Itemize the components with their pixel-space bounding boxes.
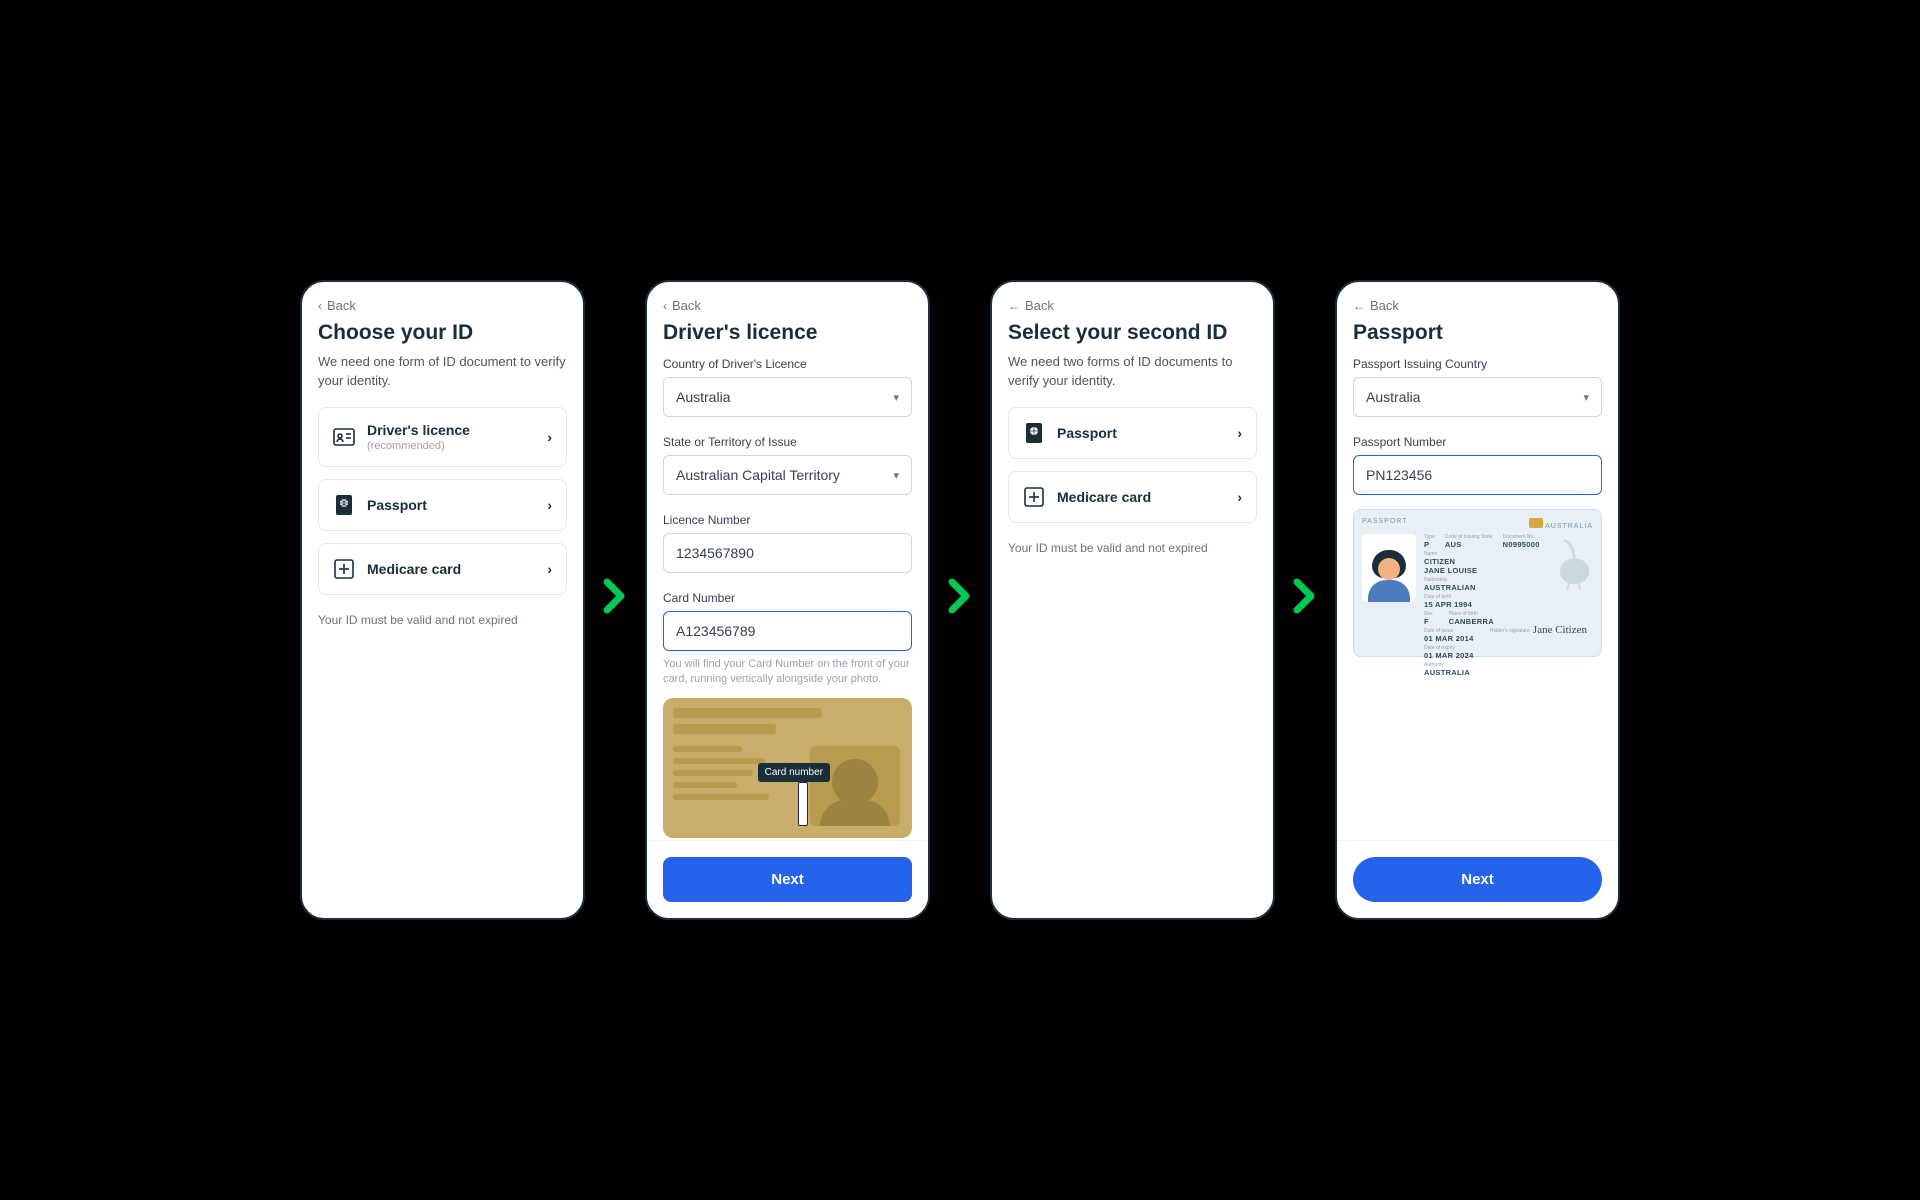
licence-illustration: Card number [663, 698, 912, 838]
option-drivers-licence[interactable]: Driver's licence (recommended) › [318, 407, 567, 467]
chevron-right-icon: › [547, 497, 552, 513]
passport-number-input[interactable]: PN123456 [1353, 455, 1602, 495]
arrow-left-icon: ← [1008, 299, 1020, 313]
chevron-left-icon: ‹ [318, 299, 322, 313]
flow-arrow-icon [1293, 578, 1317, 623]
chevron-down-icon: ▾ [893, 469, 899, 482]
back-label: Back [1025, 298, 1054, 313]
option-passport[interactable]: Passport › [318, 479, 567, 531]
chevron-left-icon: ‹ [663, 299, 667, 313]
state-value: Australian Capital Territory [676, 467, 840, 483]
country-label: Country of Driver's Licence [663, 357, 912, 371]
validity-note: Your ID must be valid and not expired [1008, 541, 1257, 555]
state-select[interactable]: Australian Capital Territory ▾ [663, 455, 912, 495]
back-button[interactable]: ← Back [1353, 298, 1602, 313]
chevron-right-icon: › [547, 429, 552, 445]
page-title: Select your second ID [1008, 321, 1257, 345]
option-label: Driver's licence [367, 422, 535, 438]
passport-top-left: PASSPORT [1362, 518, 1407, 530]
option-label: Passport [1057, 425, 1225, 441]
passport-illustration: PASSPORT AUSTRALIA TypeP Code of Issuing… [1353, 509, 1602, 657]
arrow-left-icon: ← [1353, 299, 1365, 313]
option-label: Passport [367, 497, 535, 513]
screen-drivers-licence: ‹ Back Driver's licence Country of Drive… [645, 280, 930, 920]
next-label: Next [771, 871, 804, 888]
card-number-label: Card Number [663, 591, 912, 605]
card-number-badge: Card number [758, 763, 830, 782]
screen-passport: ← Back Passport Passport Issuing Country… [1335, 280, 1620, 920]
screen-second-id: ← Back Select your second ID We need two… [990, 280, 1275, 920]
chevron-down-icon: ▾ [1583, 391, 1589, 404]
passport-number-label: Passport Number [1353, 435, 1602, 449]
passport-photo [1362, 534, 1416, 602]
card-number-helper: You will find your Card Number on the fr… [663, 657, 912, 688]
licence-number-label: Licence Number [663, 513, 912, 527]
issuing-country-value: Australia [1366, 389, 1420, 405]
option-passport[interactable]: Passport › [1008, 407, 1257, 459]
option-sublabel: (recommended) [367, 440, 535, 452]
page-subtitle: We need one form of ID document to verif… [318, 353, 567, 391]
page-title: Choose your ID [318, 321, 567, 345]
option-medicare[interactable]: Medicare card › [318, 543, 567, 595]
coat-of-arms-icon [1547, 534, 1593, 590]
screen-choose-id: ‹ Back Choose your ID We need one form o… [300, 280, 585, 920]
country-select[interactable]: Australia ▾ [663, 377, 912, 417]
next-button[interactable]: Next [663, 857, 912, 902]
id-card-icon [333, 426, 355, 448]
option-medicare[interactable]: Medicare card › [1008, 471, 1257, 523]
licence-number-input[interactable]: 1234567890 [663, 533, 912, 573]
medicare-icon [1023, 486, 1045, 508]
medicare-icon [333, 558, 355, 580]
chevron-right-icon: › [547, 561, 552, 577]
passport-number-value: PN123456 [1366, 467, 1432, 483]
back-button[interactable]: ‹ Back [663, 298, 912, 313]
country-value: Australia [676, 389, 730, 405]
passport-icon [1023, 422, 1045, 444]
flow-arrow-icon [603, 578, 627, 623]
page-title: Driver's licence [663, 321, 912, 345]
onboarding-flow: ‹ Back Choose your ID We need one form o… [300, 280, 1620, 920]
issuing-country-label: Passport Issuing Country [1353, 357, 1602, 371]
passport-top-right: AUSTRALIA [1545, 523, 1593, 530]
back-button[interactable]: ← Back [1008, 298, 1257, 313]
page-subtitle: We need two forms of ID documents to ver… [1008, 353, 1257, 391]
option-label: Medicare card [367, 561, 535, 577]
next-button[interactable]: Next [1353, 857, 1602, 902]
validity-note: Your ID must be valid and not expired [318, 613, 567, 627]
licence-number-value: 1234567890 [676, 545, 754, 561]
card-number-input[interactable]: A123456789 [663, 611, 912, 651]
back-label: Back [327, 298, 356, 313]
card-number-value: A123456789 [676, 623, 755, 639]
chevron-down-icon: ▾ [893, 391, 899, 404]
chevron-right-icon: › [1237, 425, 1242, 441]
option-label: Medicare card [1057, 489, 1225, 505]
issuing-country-select[interactable]: Australia ▾ [1353, 377, 1602, 417]
passport-signature: Jane Citizen [1533, 624, 1587, 636]
page-title: Passport [1353, 321, 1602, 345]
flow-arrow-icon [948, 578, 972, 623]
chip-icon [1529, 518, 1543, 528]
chevron-right-icon: › [1237, 489, 1242, 505]
passport-icon [333, 494, 355, 516]
back-label: Back [672, 298, 701, 313]
state-label: State or Territory of Issue [663, 435, 912, 449]
next-label: Next [1461, 871, 1494, 888]
back-label: Back [1370, 298, 1399, 313]
back-button[interactable]: ‹ Back [318, 298, 567, 313]
